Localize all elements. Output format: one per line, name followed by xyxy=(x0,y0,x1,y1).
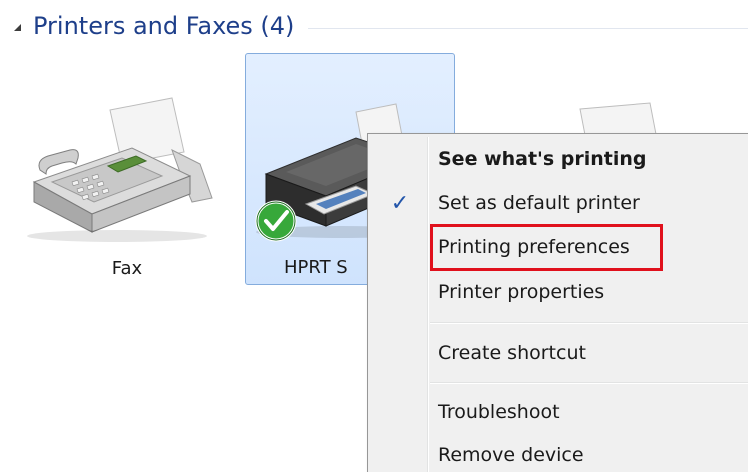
context-menu: See what's printing ✓ Set as default pri… xyxy=(367,133,748,472)
group-divider xyxy=(308,27,748,29)
menu-item-printer-properties[interactable]: Printer properties xyxy=(371,272,748,312)
menu-item-remove-device[interactable]: Remove device xyxy=(371,435,748,472)
menu-item-set-default-printer[interactable]: ✓ Set as default printer xyxy=(371,183,748,223)
collapse-arrow-icon[interactable] xyxy=(14,23,21,31)
checkmark-icon: ✓ xyxy=(390,190,410,216)
menu-item-create-shortcut[interactable]: Create shortcut xyxy=(371,333,748,373)
group-title: Printers and Faxes (4) xyxy=(33,12,295,40)
menu-item-label: Create shortcut xyxy=(438,342,586,364)
menu-item-label: See what's printing xyxy=(438,148,647,170)
device-fax[interactable]: Fax xyxy=(22,90,232,285)
menu-item-label: Set as default printer xyxy=(438,192,640,214)
menu-item-label: Remove device xyxy=(438,444,584,466)
group-header-printers-and-faxes[interactable]: Printers and Faxes (4) xyxy=(14,8,748,44)
menu-separator xyxy=(430,382,748,384)
menu-item-troubleshoot[interactable]: Troubleshoot xyxy=(371,392,748,432)
fax-icon xyxy=(27,97,213,242)
menu-item-label: Troubleshoot xyxy=(438,401,560,423)
default-checkmark-icon xyxy=(255,200,297,242)
menu-item-see-whats-printing[interactable]: See what's printing xyxy=(371,139,748,179)
device-label: Fax xyxy=(111,258,143,279)
menu-separator xyxy=(430,322,748,324)
annotation-highlight-box xyxy=(430,224,663,271)
menu-item-label: Printer properties xyxy=(438,281,605,303)
devices-and-printers-window: Printers and Faxes (4) Fax HPRT S See wh… xyxy=(0,0,748,472)
